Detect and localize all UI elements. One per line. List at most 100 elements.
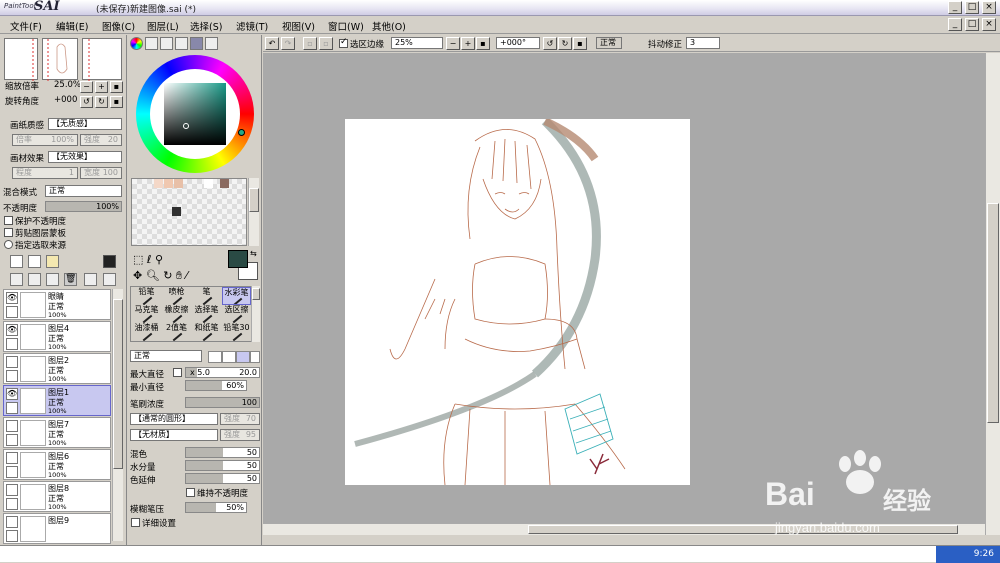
navigator-preview[interactable]	[42, 38, 78, 81]
close-button[interactable]: ×	[982, 1, 996, 14]
keep-opacity-checkbox[interactable]	[186, 488, 195, 497]
swatch-scroll-thumb[interactable]	[249, 188, 259, 212]
density-slider[interactable]: 100	[185, 397, 260, 408]
navigator-thumb-right[interactable]	[82, 38, 122, 81]
layer-edit-icon[interactable]	[6, 306, 18, 318]
brush-edge-soft-icon[interactable]	[236, 351, 250, 363]
new-layer-icon[interactable]	[10, 255, 23, 268]
layer-edit-icon[interactable]	[6, 402, 18, 414]
swap-colors-icon[interactable]: ⇆	[250, 249, 257, 258]
swatch-grid[interactable]	[131, 178, 247, 246]
delete-layer-icon[interactable]: 🗑	[64, 273, 77, 286]
menu-select[interactable]: 选择(S)	[190, 19, 222, 33]
layer-visibility-icon[interactable]	[6, 356, 18, 368]
layer-edit-icon[interactable]	[6, 338, 18, 350]
layer-item[interactable]: 图层6 正常 100%	[3, 449, 111, 480]
rect-select-icon[interactable]: ⬚	[133, 253, 143, 266]
eyedropper-icon[interactable]: ⁄	[186, 269, 188, 282]
canvas-vscrollbar[interactable]	[985, 53, 1000, 535]
zoom-value[interactable]: 25.0%	[54, 80, 81, 90]
layer-item[interactable]: 图层9	[3, 513, 111, 544]
tool-grid-scrollbar[interactable]	[251, 286, 260, 342]
brush-tool[interactable]: 笔	[192, 287, 221, 305]
layer-visibility-icon[interactable]	[6, 452, 18, 464]
navigator-thumb-left[interactable]	[4, 38, 38, 81]
color-swatch[interactable]	[172, 207, 181, 216]
magic-wand-icon[interactable]: ⚲	[155, 253, 163, 266]
menu-window[interactable]: 窗口(W)	[328, 19, 364, 33]
opacity-slider[interactable]: 100%	[45, 201, 122, 212]
swatch-tab-icon[interactable]	[190, 37, 203, 50]
new-linework-layer-icon[interactable]	[28, 255, 41, 268]
color-swatch[interactable]	[204, 179, 213, 188]
layer-visibility-icon[interactable]: 👁︎	[6, 324, 18, 336]
color-wheel-tab-icon[interactable]	[130, 37, 143, 50]
deselect-icon[interactable]: ▫	[303, 37, 317, 50]
zoom-select[interactable]: 25%	[391, 37, 443, 49]
brush-tool[interactable]: 选择笔	[192, 305, 221, 323]
layer-edit-icon[interactable]	[6, 434, 18, 446]
menu-layer[interactable]: 图层(L)	[147, 19, 179, 33]
layer-edit-icon[interactable]	[6, 466, 18, 478]
rotate-icon[interactable]: ↻	[163, 269, 172, 282]
brush-tool[interactable]: 马克笔	[132, 305, 161, 323]
mix-slider-tab-icon[interactable]	[175, 37, 188, 50]
brush-tool[interactable]: 铅笔	[132, 287, 161, 305]
clipping-checkbox[interactable]	[4, 228, 13, 237]
water-slider[interactable]: 50	[185, 460, 260, 471]
brush-edge-flat-icon[interactable]	[250, 351, 260, 363]
brush-mode-select[interactable]: 正常	[130, 350, 202, 362]
undo-icon[interactable]: ↶	[265, 37, 279, 50]
drawing-canvas[interactable]	[345, 117, 690, 486]
tool-grid-scroll-thumb[interactable]	[252, 288, 260, 300]
paper-effect-select[interactable]: 【无效果】	[48, 151, 122, 163]
stretch-slider[interactable]: 50	[185, 473, 260, 484]
zoom-in-button[interactable]: +	[95, 81, 108, 93]
color-swatch[interactable]	[164, 179, 173, 188]
toolbar-rotate-reset-icon[interactable]: ▪	[573, 37, 587, 50]
transfer-down-icon[interactable]	[10, 273, 23, 286]
blend-mode-select[interactable]: 正常	[45, 185, 122, 197]
brush-tool[interactable]: 水彩笔	[222, 287, 251, 305]
layer-visibility-icon[interactable]: 👁︎	[6, 292, 18, 304]
color-swatch[interactable]	[220, 179, 229, 188]
paper-texture-select[interactable]: 【无质感】	[48, 118, 122, 130]
brush-tool[interactable]: 喷枪	[162, 287, 191, 305]
brush-tool[interactable]: 油漆桶	[132, 323, 161, 341]
rotate-reset-button[interactable]: ▪	[110, 96, 123, 108]
zoom-out-button[interactable]: −	[80, 81, 93, 93]
foreground-color[interactable]	[228, 250, 248, 268]
layer-item[interactable]: 👁︎ 图层4 正常 100%	[3, 321, 111, 352]
canvas-vscroll-thumb[interactable]	[987, 203, 999, 423]
brush-tool[interactable]: 橡皮擦	[162, 305, 191, 323]
selection-source-radio[interactable]	[4, 240, 13, 249]
menu-other[interactable]: 其他(O)	[372, 19, 406, 33]
layer-edit-icon[interactable]	[6, 498, 18, 510]
brush-tool[interactable]: 选区擦	[222, 305, 251, 323]
menu-file[interactable]: 文件(F)	[10, 19, 42, 33]
angle-value[interactable]: +000	[54, 95, 77, 105]
rgb-slider-tab-icon[interactable]	[145, 37, 158, 50]
brush-tool[interactable]: 铅笔30	[222, 323, 251, 341]
layer-item[interactable]: 图层7 正常 100%	[3, 417, 111, 448]
layer-thumbnail[interactable]	[20, 484, 46, 510]
brush-tool[interactable]: 2值笔	[162, 323, 191, 341]
saturation-value-square[interactable]	[164, 83, 226, 145]
hand-icon[interactable]: ✋︎	[176, 269, 182, 282]
merge-down-icon[interactable]	[28, 273, 41, 286]
layer-thumbnail[interactable]	[20, 452, 46, 478]
zoom-icon[interactable]: 🔍︎	[146, 269, 160, 282]
layer-visibility-icon[interactable]	[6, 420, 18, 432]
new-folder-icon[interactable]	[46, 255, 59, 268]
color-swatch[interactable]	[154, 179, 163, 188]
color-wheel[interactable]	[136, 55, 254, 173]
selection-edge-checkbox[interactable]: ✓	[339, 37, 348, 48]
detail-settings-checkbox[interactable]	[131, 518, 140, 527]
toolbar-rotate-right-icon[interactable]: ↻	[558, 37, 572, 50]
layer-thumbnail[interactable]	[20, 292, 46, 318]
zoom-reset-button[interactable]: ▪	[110, 81, 123, 93]
layer-item[interactable]: 图层8 正常 100%	[3, 481, 111, 512]
layer-option2-icon[interactable]	[103, 273, 116, 286]
layer-edit-icon[interactable]	[6, 530, 18, 542]
toolbar-zoom-reset-icon[interactable]: ▪	[476, 37, 490, 50]
